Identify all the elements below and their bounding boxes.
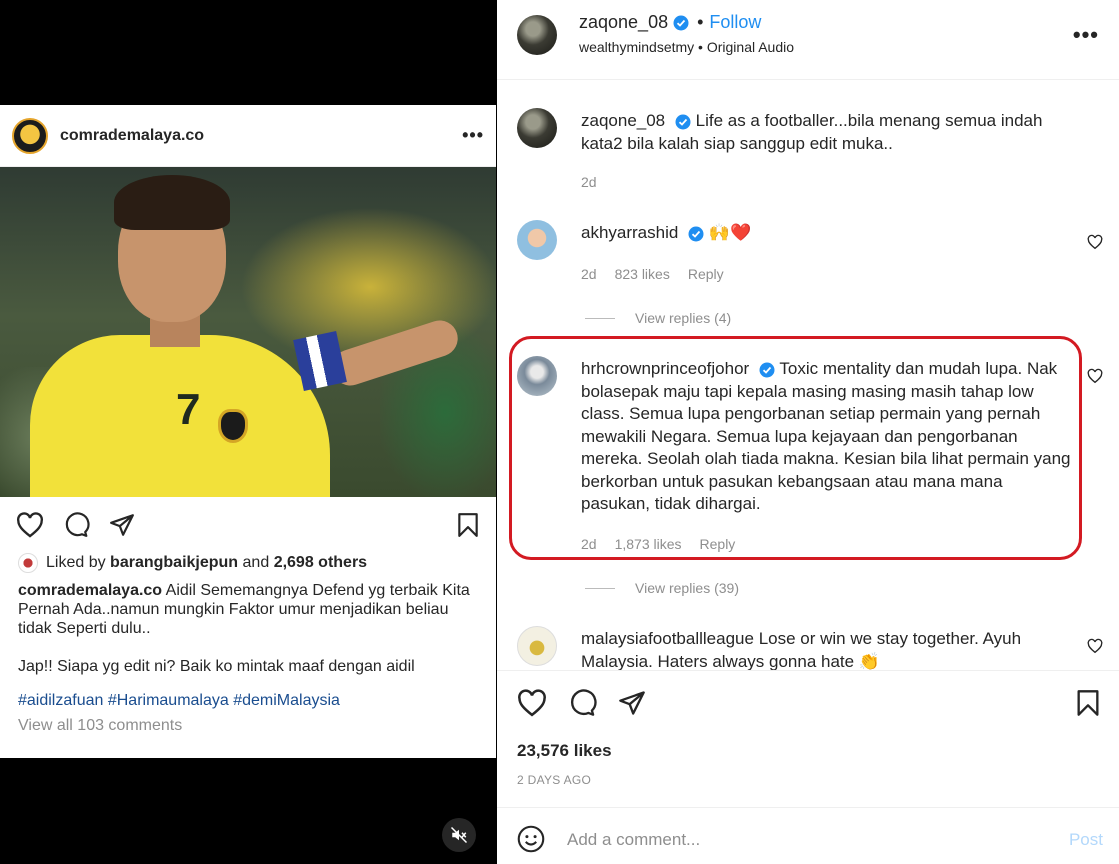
media-pane[interactable]: comrademalaya.co ••• 7 Liked by barangba… <box>0 0 497 864</box>
liked-by-others: 2,698 others <box>273 554 368 571</box>
liked-by-and: and <box>242 554 270 571</box>
embedded-post: comrademalaya.co ••• 7 Liked by barangba… <box>0 105 496 758</box>
comment-age: 2d <box>581 174 597 190</box>
liked-by-prefix: Liked by <box>46 554 106 571</box>
comment-meta: 2d 823 likes Reply <box>581 266 724 282</box>
like-comment-icon[interactable] <box>1087 638 1103 654</box>
share-icon[interactable] <box>617 689 647 717</box>
comment-icon <box>65 512 90 537</box>
post-time: 2 DAYS AGO <box>517 773 592 787</box>
heart-icon[interactable] <box>517 689 547 717</box>
embedded-liked-by: Liked by barangbaikjepun and 2,698 other… <box>0 553 496 573</box>
comment-text: zaqone_08 Life as a footballer...bila me… <box>581 110 1071 155</box>
likes-count[interactable]: 23,576 likes <box>517 741 612 761</box>
heart-icon <box>17 512 43 538</box>
comment-text: hrhcrownprinceofjohor Toxic mentality da… <box>581 358 1071 516</box>
more-options-button[interactable]: ••• <box>1073 22 1099 48</box>
liker-avatar <box>18 553 38 573</box>
mute-icon <box>450 826 468 844</box>
embedded-post-actions <box>0 497 496 553</box>
comment-avatar[interactable] <box>517 356 557 396</box>
share-icon <box>110 514 134 536</box>
post-header: zaqone_08 • Follow wealthymindsetmy • Or… <box>497 0 1119 80</box>
embedded-caption: comrademalaya.co Aidil Sememangnya Defen… <box>0 581 496 676</box>
post-action-icons <box>517 689 647 717</box>
verified-icon <box>673 15 689 30</box>
embedded-view-all-comments: View all 103 comments <box>18 717 183 734</box>
comment-likes[interactable]: 823 likes <box>615 266 670 282</box>
post-actions: 23,576 likes 2 DAYS AGO <box>497 670 1119 807</box>
mute-button[interactable] <box>442 818 476 852</box>
player-hair <box>114 175 230 230</box>
verified-icon <box>675 114 691 130</box>
post-comment-button[interactable]: Post <box>1069 830 1103 850</box>
comment-meta: 2d <box>581 174 597 190</box>
emoji-icon[interactable] <box>517 825 545 853</box>
comment-body: Toxic mentality dan mudah lupa. Nak bola… <box>581 359 1071 513</box>
comment-text: akhyarrashid 🙌❤️ <box>581 222 1071 245</box>
embedded-hashtags: #aidilzafuan #Harimaumalaya #demiMalaysi… <box>18 692 340 709</box>
add-comment-bar: Add a comment... Post <box>497 807 1119 864</box>
embedded-post-username: comrademalaya.co <box>60 126 205 144</box>
comment-likes[interactable]: 1,873 likes <box>615 536 682 552</box>
author-username[interactable]: zaqone_08 <box>579 12 668 33</box>
author-avatar[interactable] <box>517 15 557 55</box>
view-replies-button[interactable]: View replies (4) <box>585 310 731 326</box>
view-replies-label: View replies (4) <box>635 310 732 326</box>
comment-text: malaysiafootballleague Lose or win we st… <box>581 628 1071 670</box>
liked-by-user: barangbaikjepun <box>110 554 239 571</box>
comment-username[interactable]: akhyarrashid <box>581 223 678 242</box>
comments-list[interactable]: zaqone_08 Life as a footballer...bila me… <box>497 80 1119 670</box>
reply-button[interactable]: Reply <box>700 536 736 552</box>
comment-icon[interactable] <box>567 689 597 717</box>
reply-button[interactable]: Reply <box>688 266 724 282</box>
jersey-crest <box>218 409 248 443</box>
comment-avatar[interactable] <box>517 626 557 666</box>
comment-username[interactable]: zaqone_08 <box>581 111 665 130</box>
reel-viewer: comrademalaya.co ••• 7 Liked by barangba… <box>0 0 1119 864</box>
more-icon: ••• <box>462 125 484 145</box>
embedded-post-photo: 7 <box>0 167 496 497</box>
view-replies-line <box>585 317 615 319</box>
audio-line: wealthymindsetmy • Original Audio <box>579 39 794 55</box>
view-replies-button[interactable]: View replies (39) <box>585 580 739 596</box>
comment-username[interactable]: malaysiafootballleague <box>581 629 754 648</box>
follow-button[interactable]: Follow <box>709 12 761 33</box>
view-replies-line <box>585 587 615 589</box>
verified-icon <box>759 362 775 378</box>
comment-meta: 2d 1,873 likes Reply <box>581 536 735 552</box>
comment-body: 🙌❤️ <box>708 223 752 242</box>
view-replies-label: View replies (39) <box>635 580 740 596</box>
bookmark-icon[interactable] <box>1075 689 1101 717</box>
header-dot: • <box>697 12 704 32</box>
comment-username[interactable]: hrhcrownprinceofjohor <box>581 359 749 378</box>
like-comment-icon[interactable] <box>1087 368 1103 384</box>
like-comment-icon[interactable] <box>1087 234 1103 250</box>
audio-separator: • <box>698 39 703 55</box>
comment-avatar[interactable] <box>517 220 557 260</box>
comment-age: 2d <box>581 266 597 282</box>
audio-account[interactable]: wealthymindsetmy <box>579 39 694 55</box>
jersey-number: 7 <box>176 385 201 434</box>
bookmark-icon <box>458 513 478 537</box>
comment-avatar[interactable] <box>517 108 557 148</box>
verified-icon <box>688 226 704 242</box>
post-side-panel: zaqone_08 • Follow wealthymindsetmy • Or… <box>497 0 1119 864</box>
author-row: zaqone_08 • Follow <box>579 12 761 33</box>
audio-label[interactable]: Original Audio <box>707 39 794 55</box>
embedded-post-header: comrademalaya.co ••• <box>0 105 496 167</box>
comment-input[interactable]: Add a comment... <box>567 830 700 850</box>
caption-username: comrademalaya.co <box>18 582 163 599</box>
comment-age: 2d <box>581 536 597 552</box>
embedded-post-avatar <box>12 117 48 154</box>
